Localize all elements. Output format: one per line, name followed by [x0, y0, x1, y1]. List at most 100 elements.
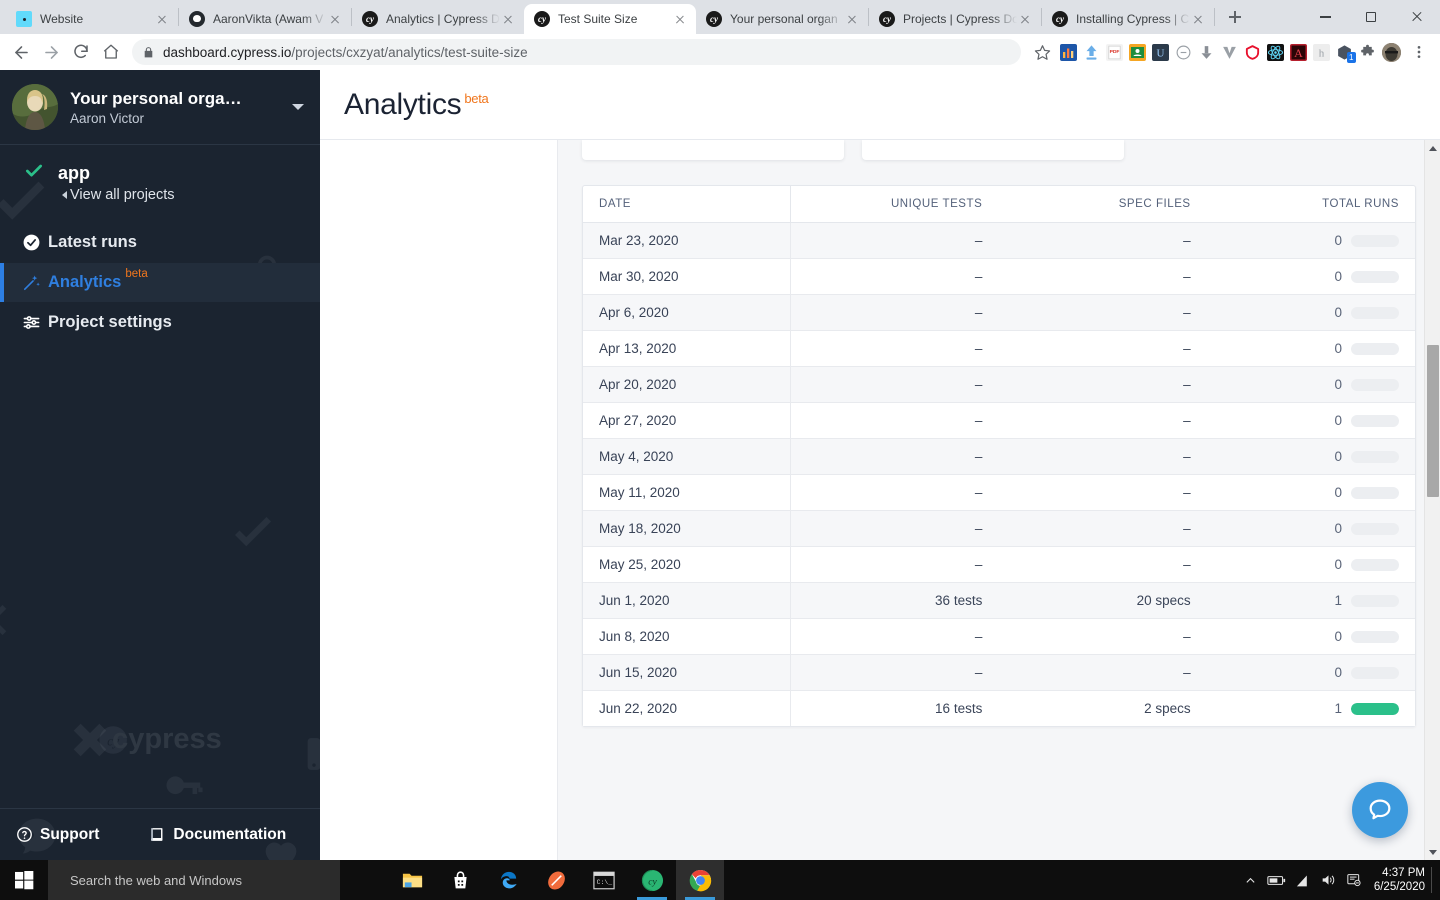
close-icon[interactable]	[327, 11, 343, 27]
maximize-icon[interactable]	[1348, 0, 1394, 34]
extension-acrobat-icon[interactable]: A	[1290, 43, 1307, 61]
documentation-link[interactable]: Documentation	[149, 826, 286, 844]
chevron-down-icon[interactable]	[292, 104, 304, 110]
taskbar-clock[interactable]: 4:37 PM 6/25/2020	[1374, 866, 1431, 894]
table-row[interactable]: May 4, 2020– –0	[583, 438, 1415, 475]
extension-chart-icon[interactable]	[1060, 43, 1077, 61]
column-header-unique-tests[interactable]: UNIQUE TESTS	[790, 186, 999, 223]
extension-circle-icon[interactable]	[1175, 44, 1192, 61]
browser-tab-0[interactable]: Website	[6, 4, 178, 34]
paint-icon[interactable]	[532, 860, 580, 900]
column-header-total-runs[interactable]: TOTAL RUNS	[1206, 186, 1415, 223]
table-row[interactable]: Jun 15, 2020– –0	[583, 654, 1415, 691]
total-runs-bar	[1351, 594, 1399, 607]
close-icon[interactable]	[1190, 11, 1206, 27]
extension-h-icon[interactable]: h	[1313, 43, 1330, 61]
scroll-up-arrow-icon[interactable]	[1425, 140, 1440, 156]
scroll-down-arrow-icon[interactable]	[1425, 844, 1440, 860]
file-explorer-icon[interactable]	[388, 860, 436, 900]
support-link[interactable]: Support	[16, 826, 99, 844]
table-row[interactable]: May 18, 2020– –0	[583, 510, 1415, 547]
battery-icon[interactable]	[1264, 860, 1290, 900]
extension-download-icon[interactable]	[1198, 44, 1215, 61]
close-icon[interactable]	[844, 11, 860, 27]
avatar[interactable]	[1382, 42, 1401, 62]
wifi-icon[interactable]	[1290, 860, 1316, 900]
minimize-icon[interactable]	[1302, 0, 1348, 34]
table-row[interactable]: Apr 27, 2020– –0	[583, 402, 1415, 439]
chrome-menu-icon[interactable]	[1404, 37, 1434, 67]
extensions-puzzle-icon[interactable]	[1359, 44, 1376, 61]
show-hidden-icons-icon[interactable]	[1238, 860, 1264, 900]
table-row[interactable]: Apr 13, 2020– –0	[583, 330, 1415, 367]
table-row[interactable]: Mar 30, 2020– –0	[583, 258, 1415, 295]
close-icon[interactable]	[500, 11, 516, 27]
store-icon[interactable]	[436, 860, 484, 900]
total-runs-value: 0	[1334, 521, 1342, 536]
forward-icon[interactable]	[36, 37, 66, 67]
table-row[interactable]: Apr 6, 2020– –0	[583, 294, 1415, 331]
chrome-icon[interactable]	[676, 860, 724, 900]
vertical-scrollbar[interactable]	[1424, 140, 1440, 860]
reload-icon[interactable]	[66, 37, 96, 67]
back-icon[interactable]	[6, 37, 36, 67]
edge-icon[interactable]	[484, 860, 532, 900]
scrollable-content-area[interactable]: DATE UNIQUE TESTS SPEC FILES TOTAL RUNS …	[558, 140, 1440, 860]
address-bar[interactable]: dashboard.cypress.io/projects/cxzyat/ana…	[132, 39, 1021, 65]
extension-box-icon[interactable]: 1	[1336, 44, 1356, 63]
project-row[interactable]: app	[24, 161, 320, 186]
scrollbar-thumb[interactable]	[1427, 345, 1439, 497]
filter-panel-left[interactable]	[582, 140, 844, 160]
column-header-date[interactable]: DATE	[583, 186, 791, 223]
extension-react-devtools-icon[interactable]	[1267, 43, 1284, 61]
sidebar-item-latest-runs[interactable]: Latest runs	[0, 223, 320, 262]
browser-tab-2[interactable]: cy Analytics | Cypress D	[352, 4, 524, 34]
organization-header[interactable]: Your personal orga… Aaron Victor	[0, 70, 320, 144]
extension-v-icon[interactable]	[1221, 44, 1238, 61]
extension-u-icon[interactable]: U	[1152, 43, 1169, 61]
view-all-projects-link[interactable]: View all projects	[62, 187, 320, 203]
close-icon[interactable]	[154, 11, 170, 27]
table-row[interactable]: Mar 23, 2020– –0	[583, 222, 1415, 259]
help-chat-button[interactable]	[1352, 782, 1408, 838]
total-runs-value: 0	[1334, 233, 1342, 248]
browser-tab-1[interactable]: AaronVikta (Awam V	[179, 4, 351, 34]
cell-total-runs: 0	[1206, 330, 1415, 367]
browser-tab-4[interactable]: cy Your personal organ	[696, 4, 868, 34]
table-row[interactable]: Jun 1, 2020 36 tests 20 specs 1	[583, 582, 1415, 619]
table-row[interactable]: May 25, 2020– –0	[583, 546, 1415, 583]
bookmark-star-icon[interactable]	[1027, 37, 1057, 67]
cypress-app-icon[interactable]: cy	[628, 860, 676, 900]
command-prompt-icon[interactable]: C:\_	[580, 860, 628, 900]
column-header-spec-files[interactable]: SPEC FILES	[998, 186, 1207, 223]
total-runs-cell: 0	[1223, 305, 1399, 320]
extension-adblock-shield-icon[interactable]	[1244, 44, 1261, 61]
volume-icon[interactable]	[1316, 860, 1342, 900]
close-icon[interactable]	[1017, 11, 1033, 27]
action-center-icon[interactable]	[1342, 860, 1368, 900]
new-tab-button[interactable]	[1221, 3, 1249, 31]
extension-classroom-icon[interactable]	[1129, 43, 1146, 61]
windows-logo-icon[interactable]	[0, 860, 48, 900]
browser-tab-3-active[interactable]: cy Test Suite Size	[524, 4, 696, 34]
total-runs-value: 0	[1334, 341, 1342, 356]
extension-upload-icon[interactable]	[1083, 44, 1100, 61]
sidebar-item-label: Analytics	[48, 273, 122, 291]
sidebar-item-project-settings[interactable]: Project settings	[0, 303, 320, 342]
cypress-icon: cy	[362, 11, 378, 27]
home-icon[interactable]	[96, 37, 126, 67]
table-row[interactable]: Jun 8, 2020– –0	[583, 618, 1415, 655]
close-icon[interactable]	[1394, 0, 1440, 34]
extension-pdf-icon[interactable]: PDF	[1106, 43, 1123, 61]
table-row[interactable]: Apr 20, 2020– –0	[583, 366, 1415, 403]
sidebar-item-analytics[interactable]: Analytics beta	[0, 263, 320, 302]
close-icon[interactable]	[672, 11, 688, 27]
table-row[interactable]: May 11, 2020– –0	[583, 474, 1415, 511]
taskbar-search-box[interactable]: Search the web and Windows	[48, 860, 340, 900]
browser-tab-5[interactable]: cy Projects | Cypress Do	[869, 4, 1041, 34]
browser-tab-6[interactable]: cy Installing Cypress | C	[1042, 4, 1214, 34]
cell-unique-tests: –	[790, 366, 999, 403]
show-desktop-button[interactable]	[1431, 867, 1432, 893]
filter-panel-right[interactable]	[862, 140, 1124, 160]
table-row[interactable]: Jun 22, 2020 16 tests 2 specs 1	[583, 690, 1415, 726]
